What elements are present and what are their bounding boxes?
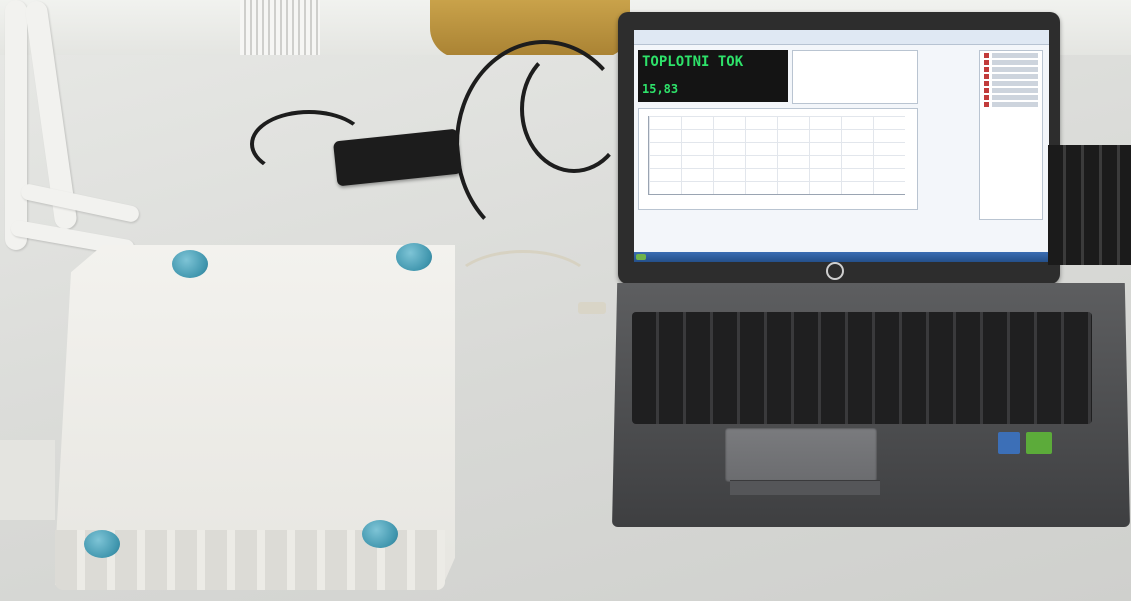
touchpad-buttons (730, 480, 880, 495)
sidebar-row (984, 53, 1038, 58)
cpu-sticker (998, 432, 1020, 454)
sidebar-row (984, 67, 1038, 72)
sidebar-row (984, 81, 1038, 86)
readout-value: 15,83 (642, 82, 679, 96)
apparatus-foot (396, 243, 432, 271)
os-taskbar (634, 252, 1049, 262)
info-panel (792, 50, 918, 104)
gpu-sticker (1026, 432, 1052, 454)
sensor-sidebar (979, 50, 1043, 220)
sidebar-row (984, 95, 1038, 100)
photo-scene: TOPLOTNI TOK 15,83 (0, 0, 1131, 601)
apparatus-foot (172, 250, 208, 278)
external-keyboard (1048, 145, 1131, 265)
railing-vertical (5, 0, 27, 250)
sidebar-row (984, 74, 1038, 79)
apparatus-foot (362, 520, 398, 548)
graph-grid (648, 116, 905, 195)
readout-panel: TOPLOTNI TOK 15,83 (638, 50, 788, 102)
usb-plug (578, 302, 606, 314)
sidebar-row (984, 88, 1038, 93)
laptop-keyboard (632, 312, 1092, 424)
power-cable (520, 45, 628, 173)
app-menubar (634, 30, 1049, 45)
sidebar-row (984, 102, 1038, 107)
usb-cable (450, 250, 596, 326)
laptop-display: TOPLOTNI TOK 15,83 (634, 30, 1049, 262)
apparatus-foot (84, 530, 120, 558)
sidebar-row (984, 60, 1038, 65)
power-strip (0, 440, 55, 520)
hp-logo-icon (826, 262, 844, 280)
readout-title: TOPLOTNI TOK (642, 54, 744, 70)
start-button-icon (636, 254, 646, 260)
laptop-touchpad (725, 428, 877, 482)
